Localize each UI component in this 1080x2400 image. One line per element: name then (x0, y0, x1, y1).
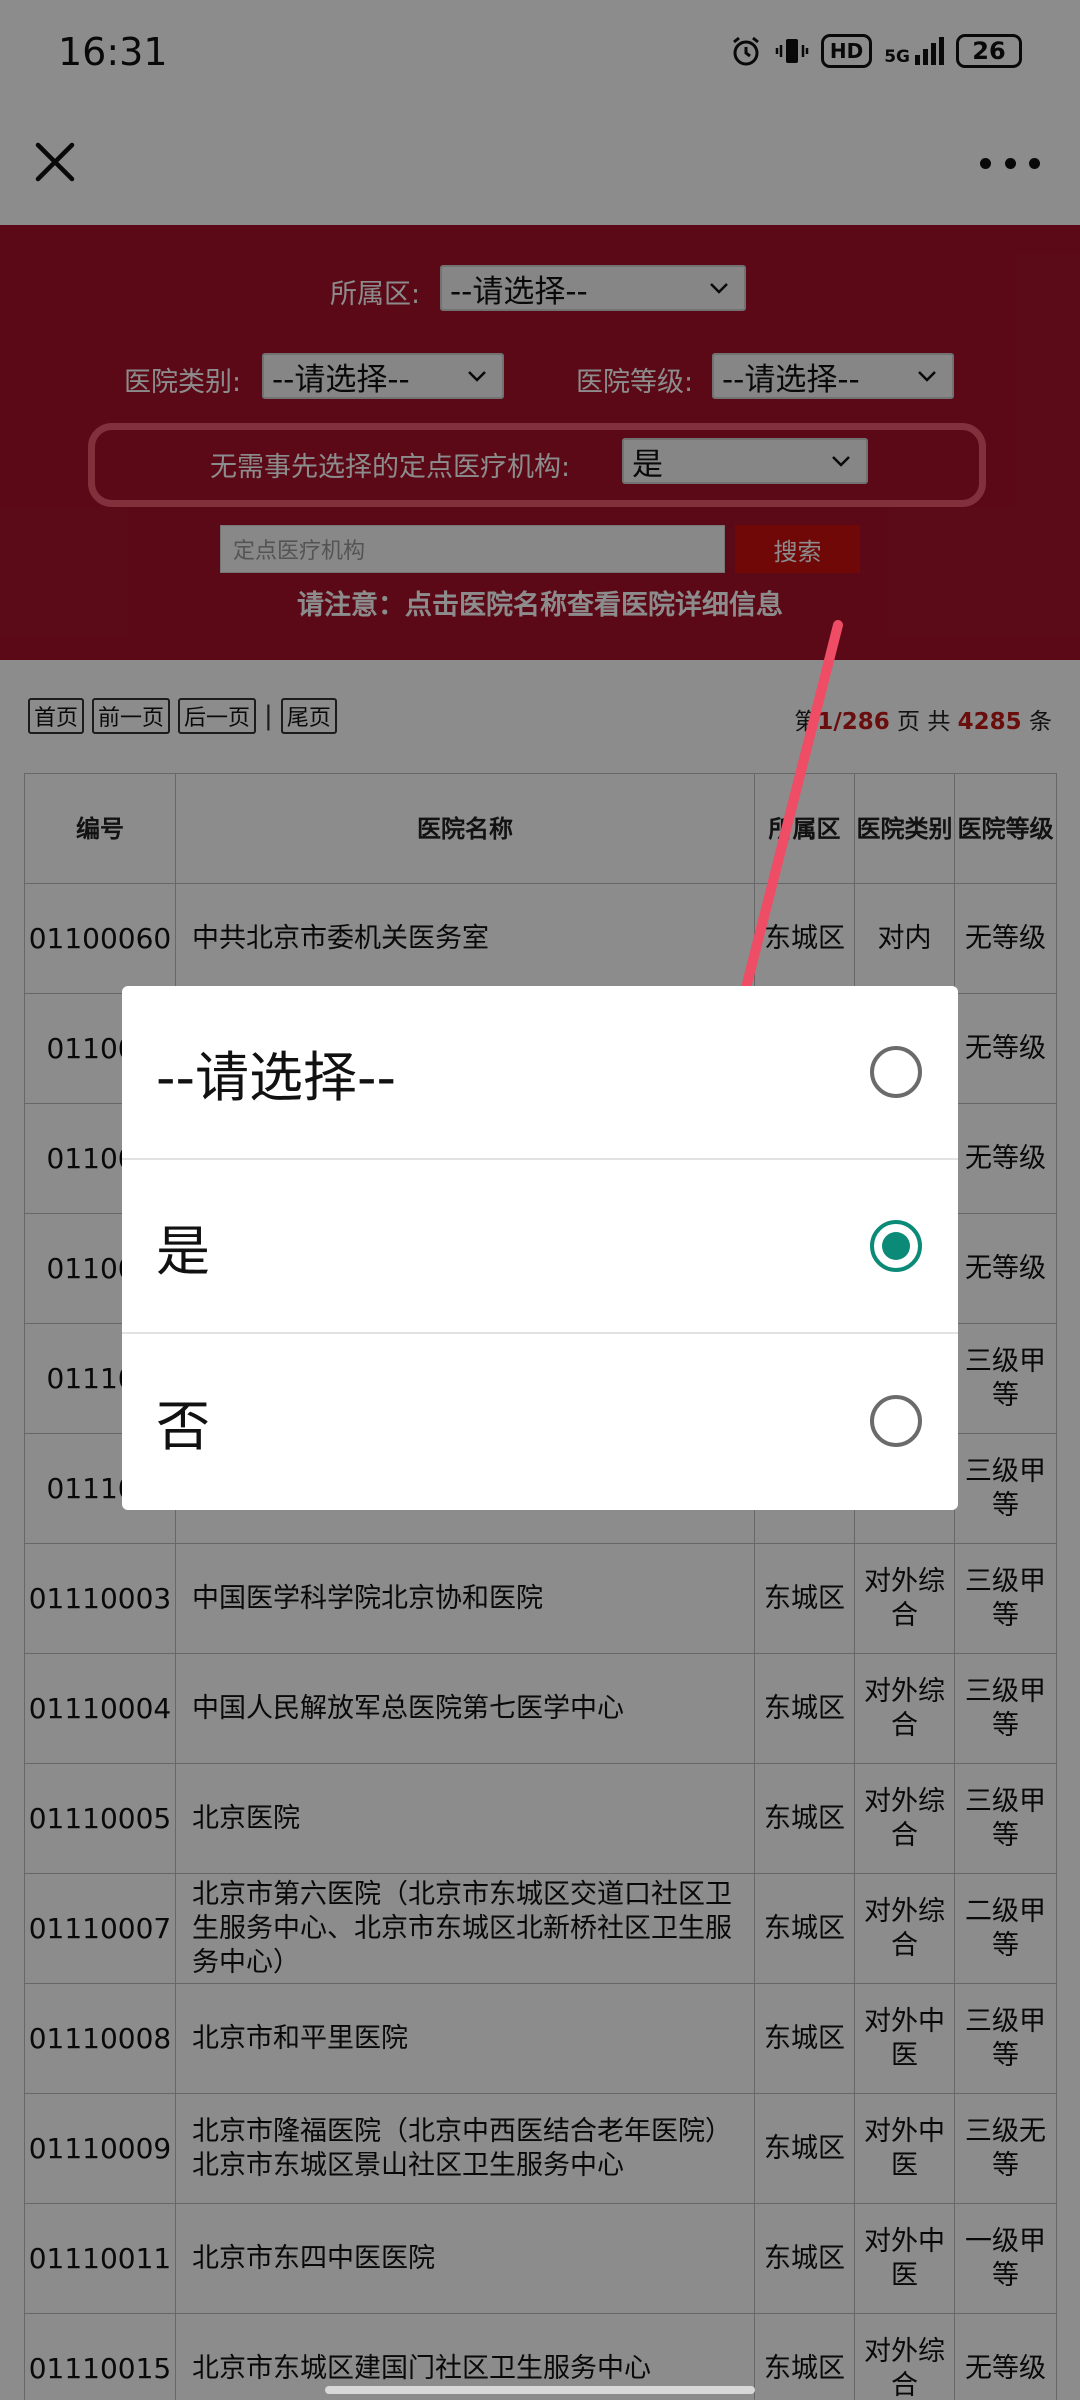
option-label: 是 (156, 1219, 210, 1283)
webview-page: 16:31 HD 5G 26 所属区: --请选择-- 医院类别: --请选择-… (0, 0, 1080, 2400)
radio-unchecked-icon[interactable] (870, 1395, 922, 1447)
option-label: 否 (156, 1394, 210, 1458)
option-label: --请选择-- (156, 1045, 396, 1109)
select-dialog: --请选择-- 是 否 (122, 986, 958, 1510)
option-no[interactable]: 否 (122, 1334, 958, 1508)
radio-unchecked-icon[interactable] (870, 1046, 922, 1098)
option-yes[interactable]: 是 (122, 1160, 958, 1334)
home-indicator[interactable] (325, 2386, 755, 2394)
radio-checked-icon[interactable] (870, 1220, 922, 1272)
option-please-select[interactable]: --请选择-- (122, 986, 958, 1160)
